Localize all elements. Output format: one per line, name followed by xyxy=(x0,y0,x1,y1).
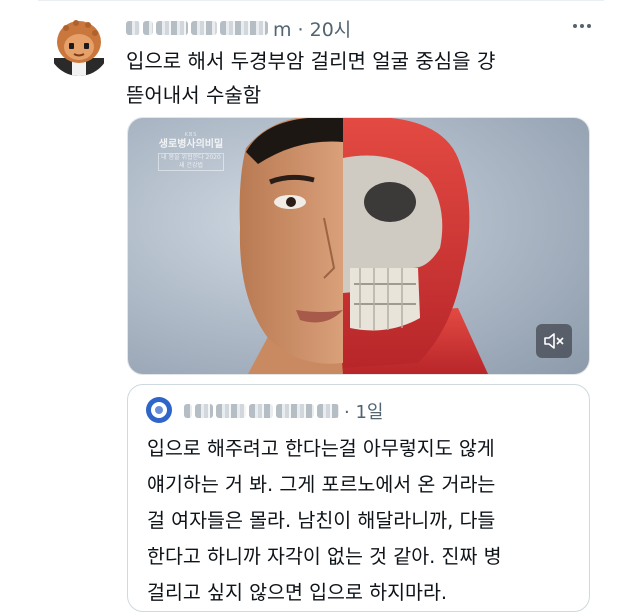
quoted-post-header: · 1일 xyxy=(184,398,383,424)
speaker-muted-icon xyxy=(544,333,564,349)
video-watermark: KBS 생로병사의비밀 내 몸을 위협한다 2020 새 건강법 xyxy=(150,132,232,172)
top-divider xyxy=(38,0,604,1)
watermark-subtitle: 내 몸을 위협한다 2020 새 건강법 xyxy=(158,153,224,171)
quoted-post-time: · 1일 xyxy=(344,402,384,423)
blurred-handle xyxy=(191,21,217,35)
blurred-handle xyxy=(276,404,314,418)
mute-button[interactable] xyxy=(536,324,572,358)
more-horizontal-icon xyxy=(573,24,591,28)
cartoon-avatar-icon xyxy=(48,14,110,76)
quoted-author-avatar[interactable] xyxy=(146,397,172,423)
post-header: m · 20시 xyxy=(126,14,351,42)
blurred-name xyxy=(195,404,213,418)
quoted-post-text: 입으로 해주려고 한다는걸 아무렇지도 않게 얘기하는 거 봐. 그게 포르노에… xyxy=(147,437,502,604)
post-time: m · 20시 xyxy=(273,18,352,41)
watermark-title: 생로병사의비밀 xyxy=(158,139,224,150)
more-button[interactable] xyxy=(569,12,595,38)
blurred-handle xyxy=(317,404,339,418)
blurred-name xyxy=(184,404,192,418)
blurred-name xyxy=(143,21,153,35)
watermark-network: KBS xyxy=(184,132,198,138)
author-avatar[interactable] xyxy=(48,14,110,76)
post-text: 입으로 해서 두경부암 걸리면 얼굴 중심을 걍 뜯어내서 수술함 xyxy=(126,49,496,107)
blurred-name xyxy=(126,21,140,35)
blurred-handle xyxy=(220,21,268,35)
blurred-avatar-icon xyxy=(146,397,172,423)
blurred-name xyxy=(156,21,188,35)
blurred-name xyxy=(249,404,273,418)
blurred-name xyxy=(216,404,246,418)
